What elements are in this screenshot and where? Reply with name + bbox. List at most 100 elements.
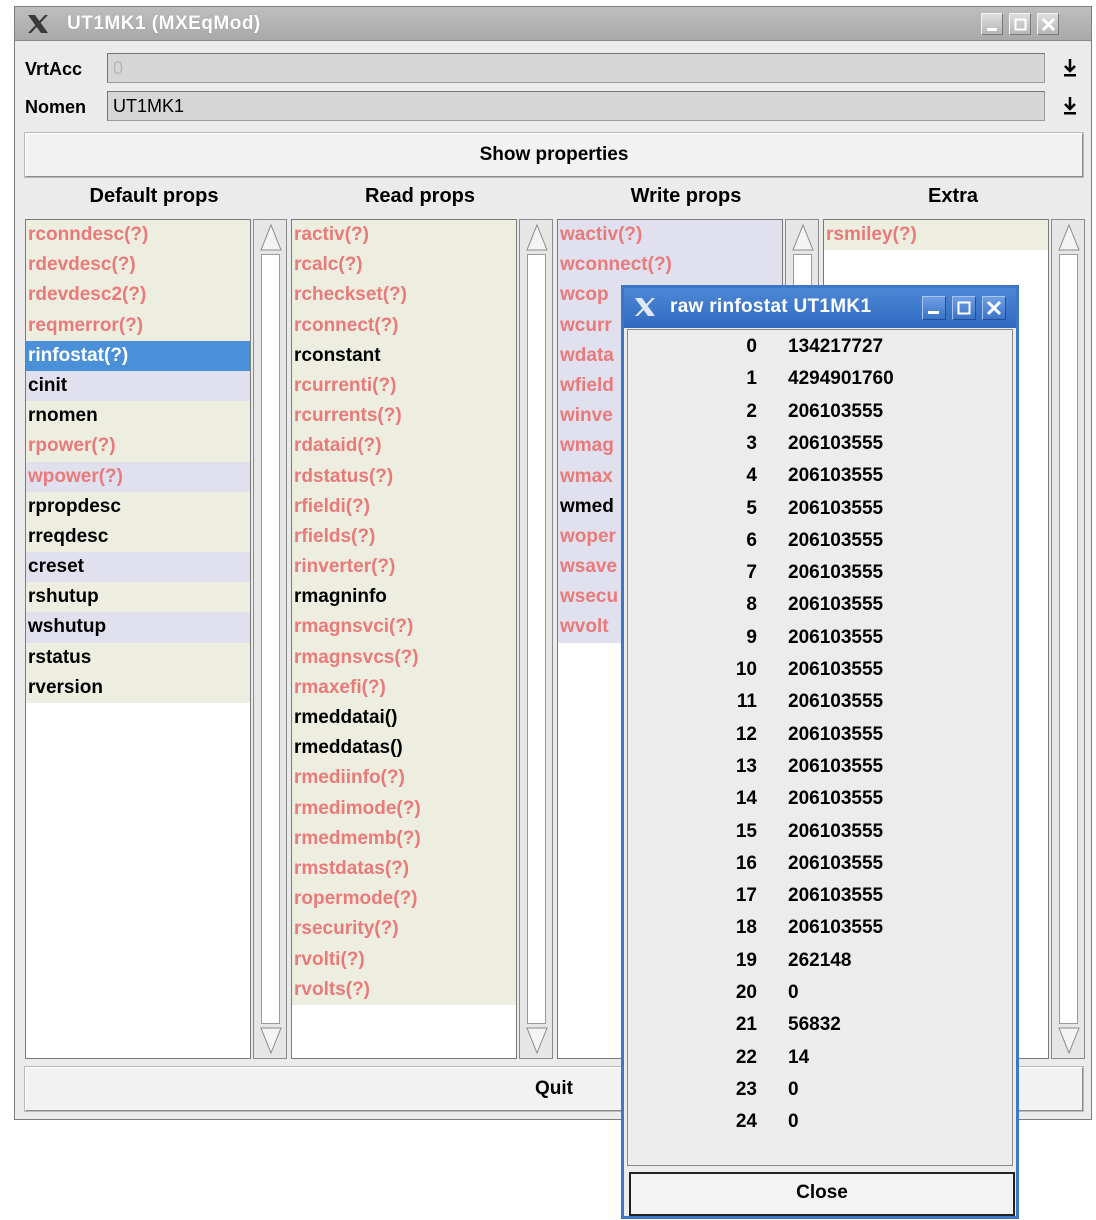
scrollbar-trough[interactable] [261,254,280,1024]
list-item[interactable]: rmagninfo [292,582,516,613]
value-row: 4 206103555 [628,465,1012,497]
default-props-list[interactable]: rconndesc(?) rdevdesc(?) rdevdesc2(?) reqme… [25,219,251,1059]
x-logo-icon[interactable] [27,14,49,34]
popup-minimize-button[interactable] [922,296,946,320]
list-item[interactable]: rconstant [292,340,516,371]
close-window-button[interactable] [1037,13,1059,35]
value-row: 2 206103555 [628,401,1012,433]
x-logo-icon[interactable] [634,297,656,317]
scroll-up-arrow-icon[interactable] [791,222,815,254]
list-item[interactable]: rdstatus(?) [292,461,516,492]
list-item[interactable]: rvolts(?) [292,974,516,1005]
list-item[interactable]: rcheckset(?) [292,280,516,311]
read-props-scrollbar[interactable] [519,219,553,1059]
list-item[interactable]: rinfostat(?) [26,340,250,371]
list-item[interactable]: creset [26,552,250,583]
list-item[interactable]: rdevdesc2(?) [26,280,250,311]
list-item[interactable]: rdataid(?) [292,431,516,462]
list-item[interactable]: rvolti(?) [292,944,516,975]
list-item[interactable]: rshutup [26,582,250,613]
list-item[interactable]: rsmiley(?) [824,220,1048,251]
list-item[interactable]: rstatus [26,642,250,673]
close-button[interactable]: Close [629,1172,1015,1216]
default-props-scrollbar[interactable] [253,219,287,1059]
list-item[interactable]: reqmerror(?) [26,310,250,341]
list-item[interactable]: rconndesc(?) [26,220,250,251]
row-index: 2 [746,400,757,422]
list-item[interactable]: ropermode(?) [292,884,516,915]
list-item[interactable]: rversion [26,672,250,703]
list-item[interactable]: rconnect(?) [292,310,516,341]
list-item[interactable]: rsecurity(?) [292,914,516,945]
read-props-list[interactable]: ractiv(?) rcalc(?) rcheckset(?) rconnect(?)… [291,219,517,1059]
scroll-up-arrow-icon[interactable] [259,222,283,254]
row-value: 206103555 [788,659,884,680]
value-row: 14 206103555 [628,788,1012,820]
list-item[interactable]: rdevdesc(?) [26,250,250,281]
list-item[interactable]: rinverter(?) [292,552,516,583]
value-row: 21 56832 [628,1014,1012,1046]
row-index: 8 [746,594,757,616]
minimize-button[interactable] [981,13,1003,35]
list-item[interactable]: wactiv(?) [558,220,782,251]
extra-props-scrollbar[interactable] [1051,219,1085,1059]
maximize-button[interactable] [1009,13,1031,35]
row-value: 206103555 [788,626,884,648]
row-value: 206103555 [788,852,884,874]
value-row: 19 262148 [628,950,1012,982]
value-row: 11 206103555 [628,691,1012,723]
scrollbar-trough[interactable] [1059,254,1078,1024]
list-item[interactable]: rmeddatai() [292,703,516,734]
raw-rinfostat-dialog: raw rinfostat UT1MK1 0 134217727 1 42949017… [621,285,1019,1219]
popup-close-window-button[interactable] [982,296,1006,320]
list-item[interactable]: rpropdesc [26,491,250,522]
list-item[interactable]: rfieldi(?) [292,491,516,522]
popup-maximize-button[interactable] [952,296,976,320]
list-item[interactable]: rcalc(?) [292,250,516,281]
value-row: 24 0 [628,1111,1012,1143]
vrtacc-download-button[interactable] [1059,53,1081,83]
scroll-up-arrow-icon[interactable] [525,222,549,254]
list-item[interactable]: wconnect(?) [558,250,782,281]
list-item[interactable]: wpower(?) [26,461,250,492]
row-value: 56832 [788,1014,841,1036]
list-item[interactable]: rmeddatas() [292,733,516,764]
list-item[interactable]: ractiv(?) [292,220,516,251]
scroll-down-arrow-icon[interactable] [1057,1024,1081,1056]
list-item[interactable]: rcurrents(?) [292,401,516,432]
nomen-field[interactable]: UT1MK1 [107,91,1045,121]
row-value: 262148 [788,949,852,971]
minimize-icon [928,311,939,314]
list-item[interactable]: rmagnsvcs(?) [292,642,516,673]
list-item[interactable]: cinit [26,370,250,402]
scroll-down-arrow-icon[interactable] [259,1024,283,1056]
row-index: 5 [746,497,757,519]
row-index: 19 [735,949,757,971]
list-item[interactable]: rpower(?) [26,431,250,462]
vrtacc-field[interactable]: 0 [107,53,1045,83]
list-item[interactable]: wshutup [26,612,250,643]
scrollbar-trough[interactable] [527,254,546,1024]
list-item[interactable]: rmediinfo(?) [292,763,516,794]
row-index: 23 [735,1078,757,1100]
list-item[interactable]: rfields(?) [292,521,516,553]
list-item[interactable]: rmaxefi(?) [292,672,516,703]
main-titlebar[interactable]: UT1MK1 (MXEqMod) [15,7,1091,41]
list-item[interactable]: rmedimode(?) [292,793,516,824]
value-row: 8 206103555 [628,594,1012,626]
nomen-download-button[interactable] [1059,91,1081,121]
list-item[interactable]: rmagnsvci(?) [292,612,516,643]
show-properties-button[interactable]: Show properties [25,133,1083,177]
scroll-up-arrow-icon[interactable] [1057,222,1081,254]
row-value: 206103555 [788,529,884,551]
list-item[interactable]: rmstdatas(?) [292,853,516,885]
popup-titlebar[interactable]: raw rinfostat UT1MK1 [624,288,1016,328]
main-window-title: UT1MK1 (MXEqMod) [67,13,261,34]
list-item[interactable]: rmedmemb(?) [292,823,516,854]
list-item[interactable]: rnomen [26,401,250,432]
scroll-down-arrow-icon[interactable] [525,1024,549,1056]
list-item[interactable]: rcurrenti(?) [292,370,516,402]
value-row: 17 206103555 [628,885,1012,917]
list-item[interactable]: rreqdesc [26,521,250,553]
write-props-header: Write props [630,185,742,207]
